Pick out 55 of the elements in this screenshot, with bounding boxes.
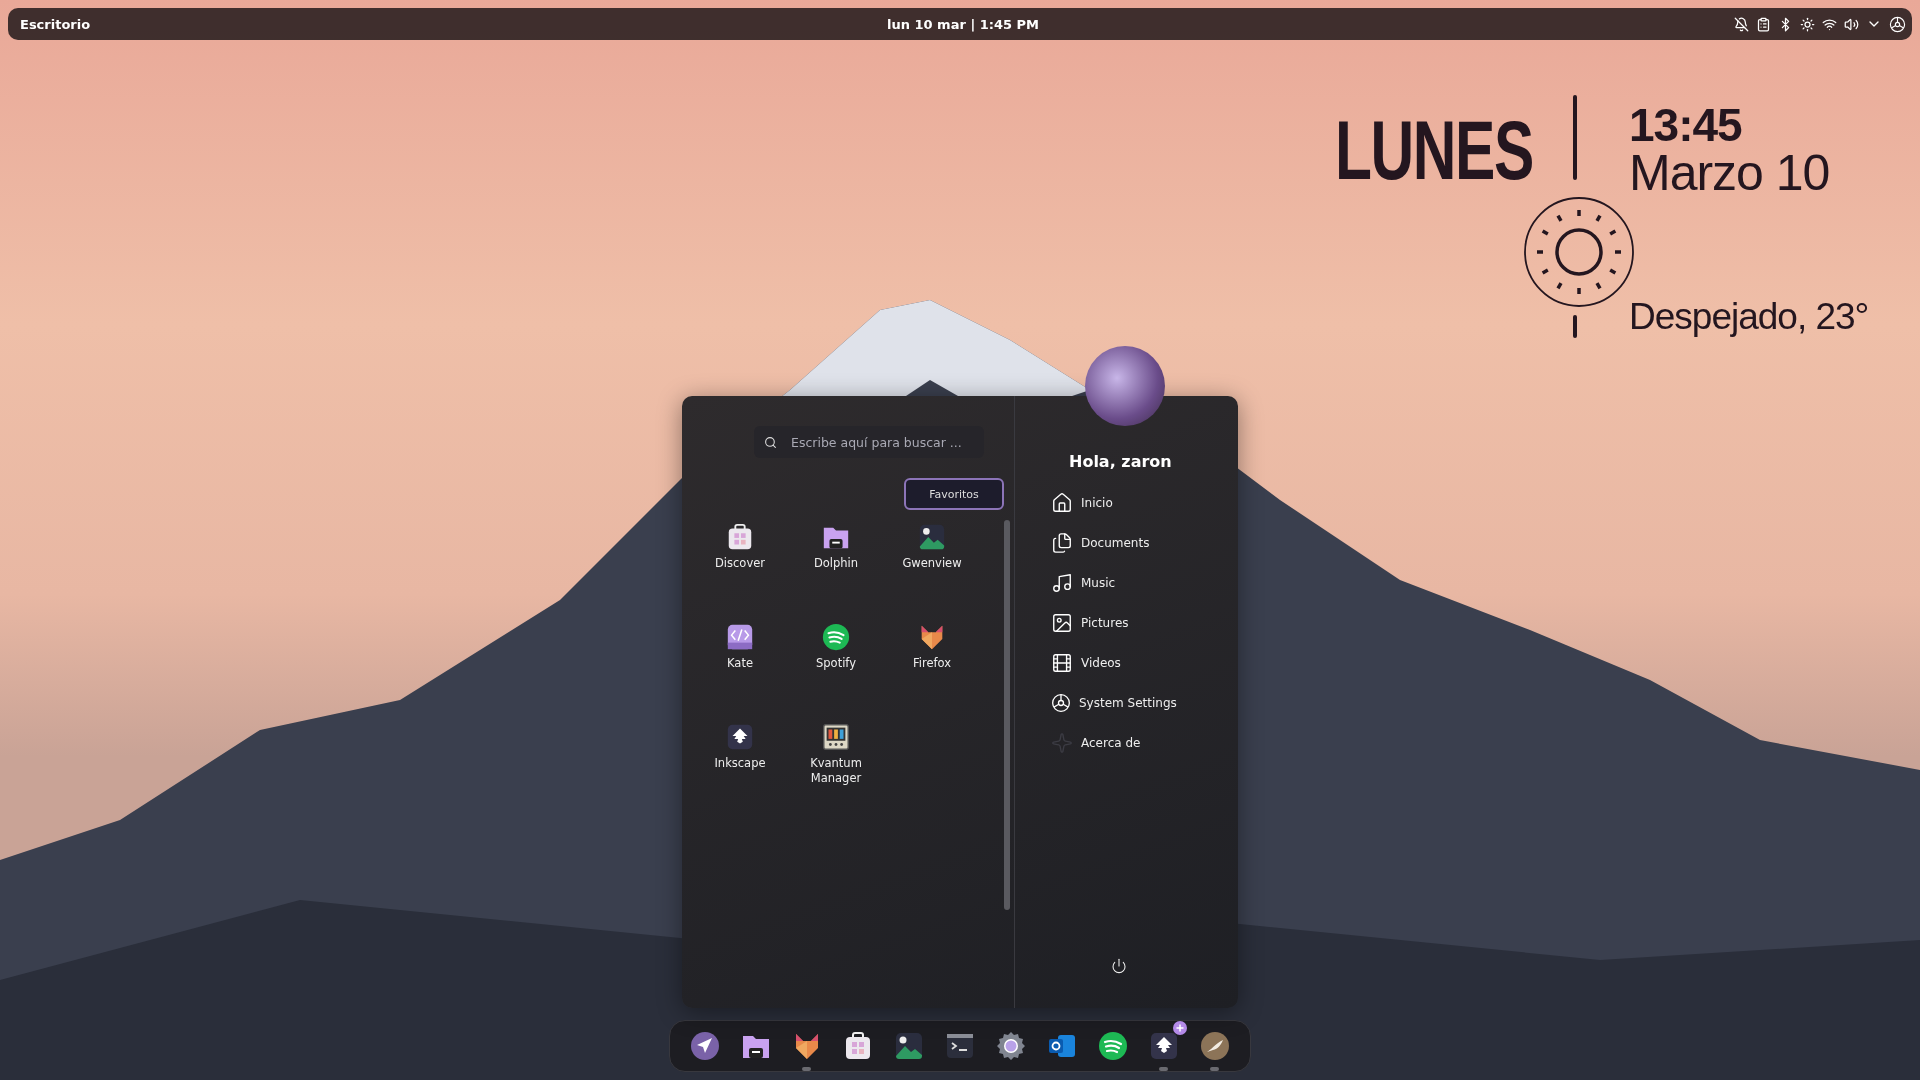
app-launcher-item[interactable]: Spotify (788, 616, 884, 716)
documents-icon (1051, 532, 1073, 554)
picture-icon (917, 522, 947, 552)
plus-badge-icon (1173, 1021, 1187, 1035)
sound-waves-icon (1097, 1030, 1129, 1062)
app-launcher-item[interactable]: Kvantum Manager (788, 716, 884, 816)
gear-icon (995, 1030, 1027, 1062)
notifications-off-icon[interactable] (1734, 16, 1749, 32)
date-time[interactable]: lun 10 mar | 1:45 PM (887, 16, 1039, 32)
app-launcher-item[interactable]: Dolphin (788, 516, 884, 616)
power-icon (1111, 958, 1127, 974)
place-item[interactable]: Documents (1051, 523, 1238, 563)
app-launcher-item[interactable]: Kate (692, 616, 788, 716)
clipboard-icon[interactable] (1756, 16, 1771, 32)
image-icon (1051, 612, 1073, 634)
place-item[interactable]: Pictures (1051, 603, 1238, 643)
search-input[interactable]: Escribe aquí para buscar ... (789, 433, 974, 451)
greeting-text: Hola, zaron (1069, 452, 1173, 471)
power-button[interactable] (1111, 958, 1127, 974)
running-indicator (1159, 1067, 1168, 1071)
palette-monitor-icon (821, 722, 851, 752)
sound-waves-icon (821, 622, 851, 652)
home-icon (1051, 492, 1073, 514)
search-field[interactable]: Escribe aquí para buscar ... (754, 426, 984, 458)
app-launcher-item[interactable]: Discover (692, 516, 788, 616)
film-icon (1051, 652, 1073, 674)
app-launcher-item[interactable]: Gwenview (884, 516, 980, 616)
app-launcher-item[interactable]: Firefox (884, 616, 980, 716)
wifi-icon[interactable] (1822, 16, 1837, 32)
place-item[interactable]: Videos (1051, 643, 1238, 683)
scrollbar[interactable] (1004, 520, 1010, 910)
volume-icon[interactable] (1844, 16, 1859, 32)
category-tab[interactable]: Favoritos (904, 478, 1004, 510)
workspace-name: Escritorio (20, 16, 92, 32)
music-note-icon (1051, 572, 1073, 594)
place-item[interactable]: Acerca de (1051, 723, 1238, 763)
settings-icon (1051, 693, 1071, 713)
weekday-label: LUNES (1335, 108, 1533, 192)
code-icon (725, 622, 755, 652)
clock-time: 13:45 (1629, 102, 1742, 148)
sparkle-icon (1051, 732, 1073, 754)
brightness-icon[interactable] (1800, 16, 1815, 32)
place-item[interactable]: Music (1051, 563, 1238, 603)
paper-plane-icon (689, 1030, 721, 1062)
running-indicator (1210, 1067, 1219, 1071)
app-launcher-item[interactable]: Inkscape (692, 716, 788, 816)
picture-icon (893, 1030, 925, 1062)
date-label: Marzo 10 (1629, 148, 1830, 198)
search-icon (764, 435, 777, 449)
place-item[interactable]: System Settings (1051, 683, 1238, 723)
place-item[interactable]: Inicio (1051, 483, 1238, 523)
weather-label: Despejado, 23° (1629, 298, 1869, 335)
settings-icon (1889, 15, 1906, 33)
divider-line (1573, 315, 1577, 338)
running-indicator (802, 1067, 811, 1071)
